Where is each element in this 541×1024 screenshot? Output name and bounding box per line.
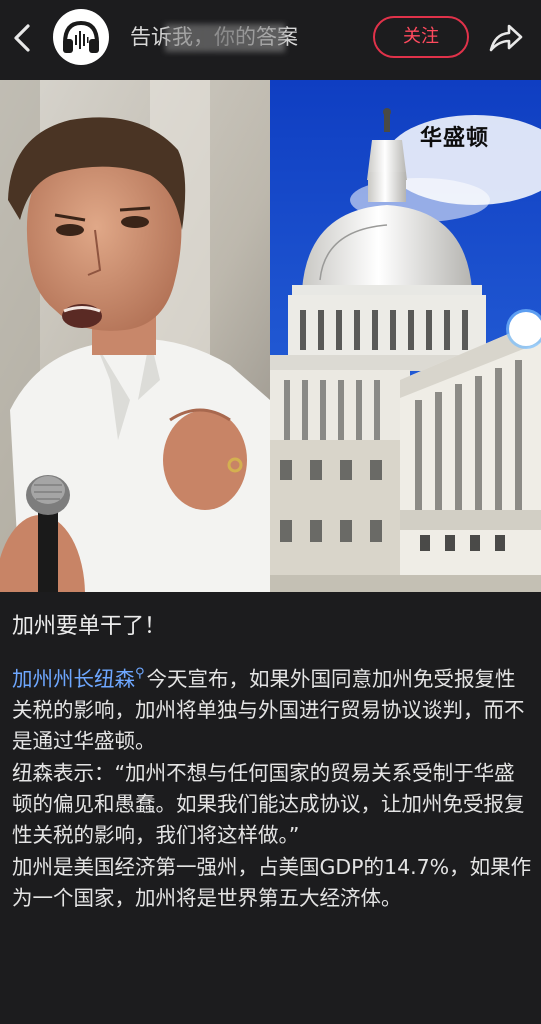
headphones-icon [63,20,99,53]
avatar[interactable] [53,9,109,65]
floating-assistant-button[interactable] [509,312,541,346]
name-redaction [165,24,285,52]
article-paragraph-1: 加州州长纽森⚲今天宣布，如果外国同意加州免受报复性关税的影响，加州将单独与外国进… [12,658,532,757]
search-icon[interactable]: ⚲ [135,666,145,681]
top-bar: 告诉我，你的答案 关注 [0,0,541,80]
capitol-caption: 华盛顿 [420,126,490,151]
follow-button[interactable]: 关注 [373,16,469,58]
governor-link[interactable]: 加州州长纽森 [12,667,135,691]
speaker-photo [0,80,270,592]
article-body: 加州要单干了！ 加州州长纽森⚲今天宣布，如果外国同意加州免受报复性关税的影响，加… [12,612,532,915]
capitol-photo [270,80,541,592]
article-paragraph-2: 纽森表示：“加州不想与任何国家的贸易关系受制于华盛顿的偏见和愚蠢。如果我们能达成… [12,761,525,847]
article-paragraph-3: 加州是美国经济第一强州，占美国GDP的14.7%，如果作为一个国家，加州将是世界… [12,855,532,910]
share-icon[interactable] [487,20,525,56]
back-arrow-icon[interactable] [8,20,36,56]
hero-image[interactable] [0,80,541,592]
article-headline: 加州要单干了！ [12,614,167,639]
